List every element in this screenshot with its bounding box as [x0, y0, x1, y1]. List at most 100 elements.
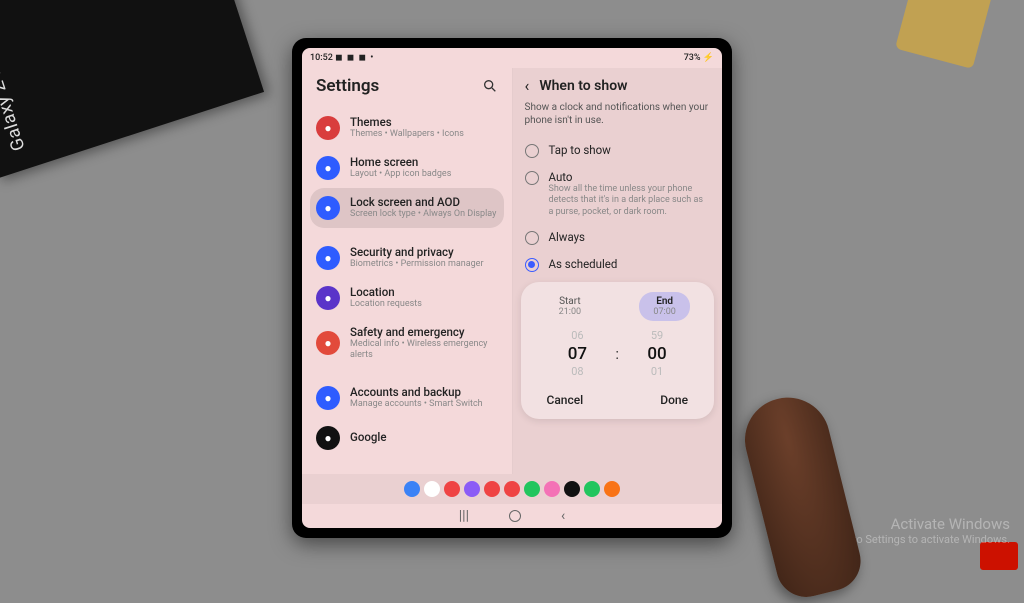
- settings-item-home-screen[interactable]: ● Home screenLayout • App icon badges: [310, 148, 504, 188]
- detail-description: Show a clock and notifications when your…: [521, 101, 715, 137]
- dock-app-4[interactable]: [484, 481, 500, 497]
- lock-icon: ●: [316, 196, 340, 220]
- watermark-title: Activate Windows: [836, 515, 1010, 533]
- picker-actions: Cancel Done: [533, 385, 703, 407]
- picker-tab-start-label: Start: [559, 296, 581, 307]
- pin-icon: ●: [316, 286, 340, 310]
- picker-tab-end[interactable]: End 07:00: [639, 292, 689, 321]
- app-dock[interactable]: [302, 474, 722, 504]
- settings-item-accounts-and-backup[interactable]: ●Accounts and backupManage accounts • Sm…: [310, 378, 504, 418]
- detail-heading: When to show: [539, 78, 627, 94]
- settings-item-sub: Layout • App icon badges: [350, 169, 451, 179]
- done-button[interactable]: Done: [660, 393, 688, 407]
- settings-header: Settings: [310, 68, 504, 108]
- settings-item-title: Safety and emergency: [350, 326, 498, 339]
- background-prop: [895, 0, 993, 69]
- dock-app-7[interactable]: [544, 481, 560, 497]
- hour-next: 08: [571, 363, 583, 381]
- nav-recents-icon[interactable]: |||: [459, 508, 469, 524]
- settings-item-sub: Medical info • Wireless emergency alerts: [350, 339, 498, 360]
- radio-label: Auto: [549, 170, 711, 184]
- settings-item-sub: Screen lock type • Always On Display: [350, 209, 496, 219]
- settings-item-safety-and-emergency[interactable]: ● Safety and emergencyMedical info • Wire…: [310, 318, 504, 368]
- nav-back-icon[interactable]: ‹: [561, 508, 565, 524]
- radio-option-auto[interactable]: AutoShow all the time unless your phone …: [521, 164, 715, 224]
- status-time: 10:52: [310, 53, 333, 63]
- detail-header: ‹ When to show: [521, 68, 715, 101]
- settings-item-title: Google: [350, 431, 387, 444]
- dock-app-3[interactable]: [464, 481, 480, 497]
- settings-title: Settings: [316, 76, 379, 96]
- time-colon: :: [615, 345, 619, 363]
- dock-app-0[interactable]: [404, 481, 420, 497]
- settings-item-location[interactable]: ● LocationLocation requests: [310, 278, 504, 318]
- nav-home-icon[interactable]: [509, 510, 521, 522]
- status-right: 73% ⚡: [684, 53, 714, 63]
- settings-item-themes[interactable]: ●ThemesThemes • Wallpapers • Icons: [310, 108, 504, 148]
- time-picker-card: Start 21:00 End 07:00 06 07 08: [521, 282, 715, 419]
- time-wheel[interactable]: 06 07 08 : 59 00 01: [533, 327, 703, 381]
- back-icon[interactable]: ‹: [525, 76, 530, 95]
- min-prev: 59: [651, 327, 663, 345]
- dock-app-6[interactable]: [524, 481, 540, 497]
- home-icon: ●: [316, 156, 340, 180]
- radio-label: Tap to show: [549, 143, 611, 157]
- radio-icon: [525, 258, 539, 272]
- radio-option-list: Tap to show AutoShow all the time unless …: [521, 137, 715, 278]
- radio-option-always[interactable]: Always: [521, 224, 715, 251]
- picker-tab-start-value: 21:00: [559, 307, 581, 317]
- dock-app-2[interactable]: [444, 481, 460, 497]
- settings-item-title: Lock screen and AOD: [350, 196, 496, 209]
- hour-wheel[interactable]: 06 07 08: [557, 327, 597, 381]
- settings-item-sub: Manage accounts • Smart Switch: [350, 399, 483, 409]
- radio-label: Always: [549, 230, 586, 244]
- palette-icon: ●: [316, 116, 340, 140]
- radio-option-tap-to-show[interactable]: Tap to show: [521, 137, 715, 164]
- settings-item-security-and-privacy[interactable]: ● Security and privacyBiometrics • Permis…: [310, 238, 504, 278]
- status-app-icons: ◼ ◼ ◼ •: [335, 53, 374, 63]
- channel-badge: [980, 542, 1018, 570]
- dock-app-8[interactable]: [564, 481, 580, 497]
- radio-label: As scheduled: [549, 257, 618, 271]
- settings-item-google[interactable]: ● Google: [310, 418, 504, 458]
- search-icon[interactable]: [482, 78, 498, 94]
- picker-tab-end-value: 07:00: [653, 307, 675, 317]
- settings-item-lock-screen-and-aod[interactable]: ● Lock screen and AODScreen lock type • A…: [310, 188, 504, 228]
- status-left: 10:52 ◼ ◼ ◼ •: [310, 53, 374, 63]
- detail-panel: ‹ When to show Show a clock and notifica…: [513, 68, 723, 474]
- navigation-bar: ||| ‹: [302, 504, 722, 528]
- shield-icon: ●: [316, 246, 340, 270]
- picker-tabs: Start 21:00 End 07:00: [533, 292, 703, 321]
- settings-panel: Settings ●ThemesThemes • Wallpapers • Ic…: [302, 68, 513, 474]
- product-box-label: Galaxy Z Fold6: [0, 28, 30, 153]
- settings-item-title: Home screen: [350, 156, 451, 169]
- dock-app-1[interactable]: [424, 481, 440, 497]
- min-next: 01: [651, 363, 663, 381]
- dock-app-5[interactable]: [504, 481, 520, 497]
- dock-app-9[interactable]: [584, 481, 600, 497]
- hour-value: 07: [568, 345, 587, 363]
- dock-app-10[interactable]: [604, 481, 620, 497]
- settings-list: ●ThemesThemes • Wallpapers • Icons●Home …: [310, 108, 504, 458]
- g-icon: ●: [316, 426, 340, 450]
- radio-icon: [525, 231, 539, 245]
- alert-icon: ●: [316, 331, 340, 355]
- settings-item-sub: Location requests: [350, 299, 422, 309]
- radio-icon: [525, 144, 539, 158]
- minute-wheel[interactable]: 59 00 01: [637, 327, 677, 381]
- settings-item-title: Security and privacy: [350, 246, 484, 259]
- picker-tab-start[interactable]: Start 21:00: [545, 292, 595, 321]
- device-frame: 10:52 ◼ ◼ ◼ • 73% ⚡ Settings ●ThemesThem…: [292, 38, 732, 538]
- cancel-button[interactable]: Cancel: [547, 393, 584, 407]
- device-screen: 10:52 ◼ ◼ ◼ • 73% ⚡ Settings ●ThemesThem…: [302, 48, 722, 528]
- settings-item-title: Accounts and backup: [350, 386, 483, 399]
- settings-item-title: Themes: [350, 116, 464, 129]
- settings-item-title: Location: [350, 286, 422, 299]
- radio-option-as-scheduled[interactable]: As scheduled: [521, 251, 715, 278]
- picker-tab-end-label: End: [653, 296, 675, 307]
- product-box-prop: Galaxy Z Fold6: [0, 0, 264, 178]
- windows-watermark: Activate Windows Go to Settings to activ…: [836, 515, 1010, 546]
- settings-item-sub: Biometrics • Permission manager: [350, 259, 484, 269]
- radio-sub: Show all the time unless your phone dete…: [549, 184, 711, 218]
- hour-prev: 06: [571, 327, 583, 345]
